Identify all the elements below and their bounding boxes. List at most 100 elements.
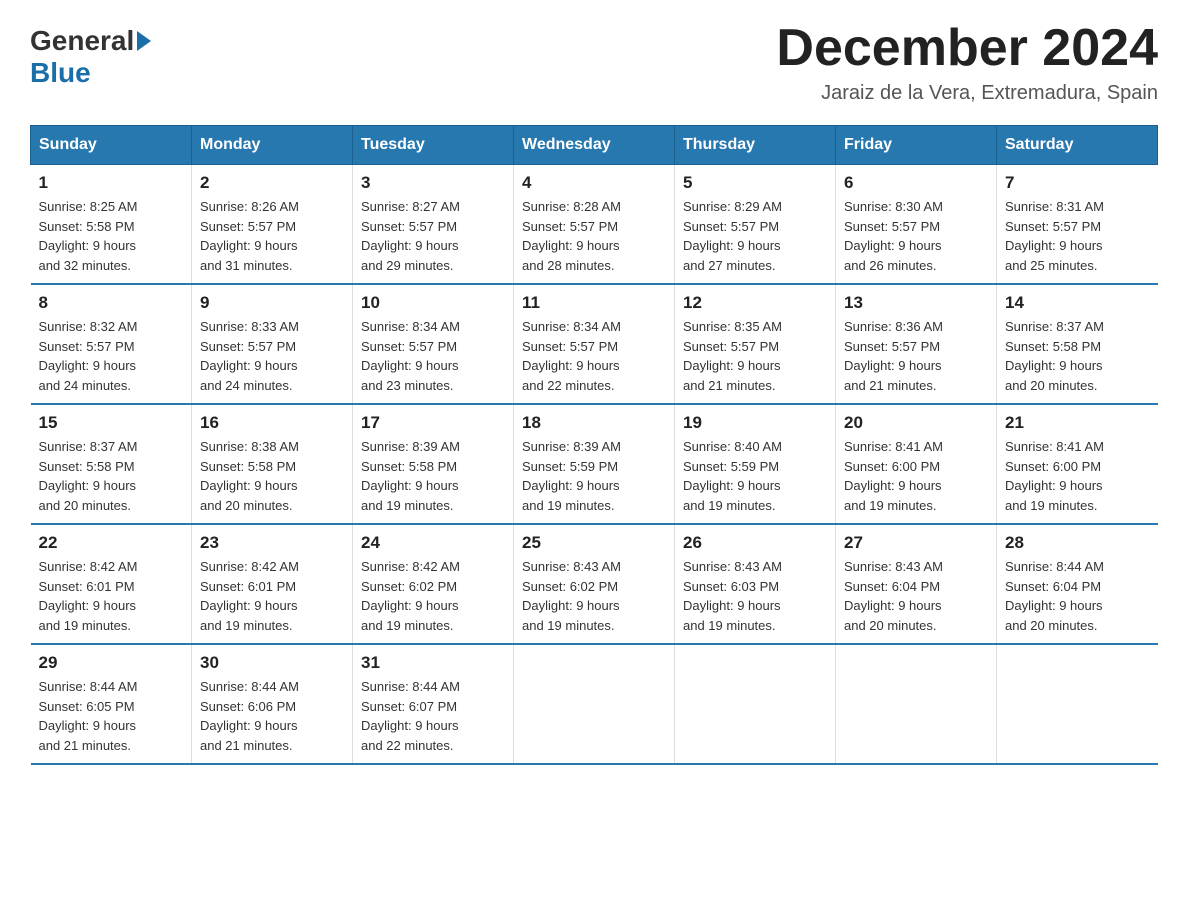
weekday-header-thursday: Thursday (675, 126, 836, 165)
day-number: 16 (200, 413, 344, 433)
day-info: Sunrise: 8:34 AMSunset: 5:57 PMDaylight:… (361, 317, 505, 395)
day-number: 19 (683, 413, 827, 433)
logo-blue-text: Blue (30, 57, 91, 89)
day-number: 5 (683, 173, 827, 193)
weekday-header-sunday: Sunday (31, 126, 192, 165)
day-info: Sunrise: 8:44 AMSunset: 6:05 PMDaylight:… (39, 677, 184, 755)
day-number: 8 (39, 293, 184, 313)
weekday-header-wednesday: Wednesday (514, 126, 675, 165)
calendar-table: SundayMondayTuesdayWednesdayThursdayFrid… (30, 125, 1158, 765)
day-info: Sunrise: 8:33 AMSunset: 5:57 PMDaylight:… (200, 317, 344, 395)
day-number: 1 (39, 173, 184, 193)
day-info: Sunrise: 8:26 AMSunset: 5:57 PMDaylight:… (200, 197, 344, 275)
calendar-cell: 13Sunrise: 8:36 AMSunset: 5:57 PMDayligh… (836, 284, 997, 404)
calendar-cell: 24 Sunrise: 8:42 AMSunset: 6:02 PMDayligh… (353, 524, 514, 644)
location-subtitle: Jaraiz de la Vera, Extremadura, Spain (776, 82, 1158, 105)
day-number: 9 (200, 293, 344, 313)
calendar-cell: 1 Sunrise: 8:25 AMSunset: 5:58 PMDaylight… (31, 165, 192, 285)
calendar-cell: 26 Sunrise: 8:43 AMSunset: 6:03 PMDayligh… (675, 524, 836, 644)
day-number: 29 (39, 653, 184, 673)
day-info: Sunrise: 8:38 AMSunset: 5:58 PMDaylight:… (200, 437, 344, 515)
calendar-cell (836, 644, 997, 764)
day-number: 7 (1005, 173, 1150, 193)
logo: General Blue (30, 20, 151, 89)
day-number: 20 (844, 413, 988, 433)
calendar-cell: 21 Sunrise: 8:41 AMSunset: 6:00 PMDayligh… (997, 404, 1158, 524)
calendar-cell: 25Sunrise: 8:43 AMSunset: 6:02 PMDayligh… (514, 524, 675, 644)
day-info: Sunrise: 8:37 AMSunset: 5:58 PMDaylight:… (1005, 317, 1150, 395)
weekday-header-row: SundayMondayTuesdayWednesdayThursdayFrid… (31, 126, 1158, 165)
day-number: 27 (844, 533, 988, 553)
day-number: 15 (39, 413, 184, 433)
day-info: Sunrise: 8:31 AMSunset: 5:57 PMDaylight:… (1005, 197, 1150, 275)
day-info: Sunrise: 8:39 AMSunset: 5:58 PMDaylight:… (361, 437, 505, 515)
day-info: Sunrise: 8:44 AMSunset: 6:06 PMDaylight:… (200, 677, 344, 755)
day-number: 26 (683, 533, 827, 553)
weekday-header-tuesday: Tuesday (353, 126, 514, 165)
calendar-body: 1 Sunrise: 8:25 AMSunset: 5:58 PMDaylight… (31, 165, 1158, 765)
calendar-cell: 14Sunrise: 8:37 AMSunset: 5:58 PMDayligh… (997, 284, 1158, 404)
day-info: Sunrise: 8:42 AMSunset: 6:02 PMDaylight:… (361, 557, 505, 635)
day-number: 2 (200, 173, 344, 193)
day-number: 23 (200, 533, 344, 553)
day-info: Sunrise: 8:42 AMSunset: 6:01 PMDaylight:… (39, 557, 184, 635)
day-info: Sunrise: 8:29 AMSunset: 5:57 PMDaylight:… (683, 197, 827, 275)
calendar-week-row: 22 Sunrise: 8:42 AMSunset: 6:01 PMDayligh… (31, 524, 1158, 644)
day-number: 22 (39, 533, 184, 553)
calendar-cell: 16 Sunrise: 8:38 AMSunset: 5:58 PMDayligh… (192, 404, 353, 524)
calendar-cell: 18 Sunrise: 8:39 AMSunset: 5:59 PMDayligh… (514, 404, 675, 524)
calendar-cell: 27 Sunrise: 8:43 AMSunset: 6:04 PMDayligh… (836, 524, 997, 644)
calendar-cell: 17 Sunrise: 8:39 AMSunset: 5:58 PMDayligh… (353, 404, 514, 524)
calendar-cell: 12Sunrise: 8:35 AMSunset: 5:57 PMDayligh… (675, 284, 836, 404)
calendar-cell: 28Sunrise: 8:44 AMSunset: 6:04 PMDayligh… (997, 524, 1158, 644)
day-info: Sunrise: 8:28 AMSunset: 5:57 PMDaylight:… (522, 197, 666, 275)
logo-text: General (30, 25, 151, 57)
day-info: Sunrise: 8:40 AMSunset: 5:59 PMDaylight:… (683, 437, 827, 515)
calendar-week-row: 29 Sunrise: 8:44 AMSunset: 6:05 PMDayligh… (31, 644, 1158, 764)
day-info: Sunrise: 8:43 AMSunset: 6:04 PMDaylight:… (844, 557, 988, 635)
day-info: Sunrise: 8:41 AMSunset: 6:00 PMDaylight:… (1005, 437, 1150, 515)
calendar-week-row: 15 Sunrise: 8:37 AMSunset: 5:58 PMDayligh… (31, 404, 1158, 524)
calendar-cell: 4 Sunrise: 8:28 AMSunset: 5:57 PMDaylight… (514, 165, 675, 285)
day-info: Sunrise: 8:37 AMSunset: 5:58 PMDaylight:… (39, 437, 184, 515)
day-number: 30 (200, 653, 344, 673)
day-number: 28 (1005, 533, 1150, 553)
day-info: Sunrise: 8:34 AMSunset: 5:57 PMDaylight:… (522, 317, 666, 395)
day-number: 6 (844, 173, 988, 193)
day-number: 21 (1005, 413, 1150, 433)
day-info: Sunrise: 8:43 AMSunset: 6:02 PMDaylight:… (522, 557, 666, 635)
day-number: 10 (361, 293, 505, 313)
day-number: 24 (361, 533, 505, 553)
day-info: Sunrise: 8:43 AMSunset: 6:03 PMDaylight:… (683, 557, 827, 635)
calendar-cell: 5 Sunrise: 8:29 AMSunset: 5:57 PMDaylight… (675, 165, 836, 285)
month-title: December 2024 (776, 20, 1158, 77)
day-info: Sunrise: 8:35 AMSunset: 5:57 PMDaylight:… (683, 317, 827, 395)
weekday-header-saturday: Saturday (997, 126, 1158, 165)
calendar-cell: 6Sunrise: 8:30 AMSunset: 5:57 PMDaylight… (836, 165, 997, 285)
calendar-week-row: 1 Sunrise: 8:25 AMSunset: 5:58 PMDaylight… (31, 165, 1158, 285)
calendar-cell (675, 644, 836, 764)
day-info: Sunrise: 8:42 AMSunset: 6:01 PMDaylight:… (200, 557, 344, 635)
day-number: 17 (361, 413, 505, 433)
day-number: 13 (844, 293, 988, 313)
day-number: 4 (522, 173, 666, 193)
calendar-cell: 8Sunrise: 8:32 AMSunset: 5:57 PMDaylight… (31, 284, 192, 404)
page-header: General Blue December 2024 Jaraiz de la … (30, 20, 1158, 105)
calendar-cell: 23 Sunrise: 8:42 AMSunset: 6:01 PMDayligh… (192, 524, 353, 644)
logo-arrow-icon (137, 31, 151, 51)
calendar-cell: 29 Sunrise: 8:44 AMSunset: 6:05 PMDayligh… (31, 644, 192, 764)
day-number: 18 (522, 413, 666, 433)
title-area: December 2024 Jaraiz de la Vera, Extrema… (776, 20, 1158, 105)
weekday-header-monday: Monday (192, 126, 353, 165)
calendar-cell: 3Sunrise: 8:27 AMSunset: 5:57 PMDaylight… (353, 165, 514, 285)
day-info: Sunrise: 8:39 AMSunset: 5:59 PMDaylight:… (522, 437, 666, 515)
day-info: Sunrise: 8:25 AMSunset: 5:58 PMDaylight:… (39, 197, 184, 275)
day-info: Sunrise: 8:41 AMSunset: 6:00 PMDaylight:… (844, 437, 988, 515)
calendar-header: SundayMondayTuesdayWednesdayThursdayFrid… (31, 126, 1158, 165)
calendar-cell: 19 Sunrise: 8:40 AMSunset: 5:59 PMDayligh… (675, 404, 836, 524)
calendar-cell: 9 Sunrise: 8:33 AMSunset: 5:57 PMDaylight… (192, 284, 353, 404)
calendar-cell: 30 Sunrise: 8:44 AMSunset: 6:06 PMDayligh… (192, 644, 353, 764)
calendar-cell: 22 Sunrise: 8:42 AMSunset: 6:01 PMDayligh… (31, 524, 192, 644)
calendar-cell: 15 Sunrise: 8:37 AMSunset: 5:58 PMDayligh… (31, 404, 192, 524)
day-number: 3 (361, 173, 505, 193)
